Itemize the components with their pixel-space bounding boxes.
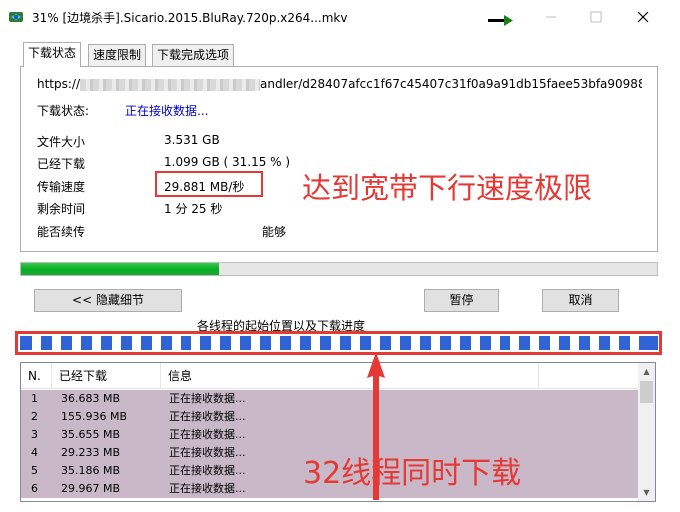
row-downloaded: 36.683 MB (61, 392, 121, 405)
remaining-time-value: 1 分 25 秒 (164, 202, 223, 216)
row-info: 正在接收数据... (169, 446, 246, 459)
row-info: 正在接收数据... (169, 464, 246, 477)
minimize-icon[interactable] (540, 6, 562, 28)
speed-highlight-box (155, 171, 263, 197)
column-header-no[interactable]: N. (21, 363, 52, 389)
row-info: 正在接收数据... (169, 410, 246, 423)
arrow-right-icon (488, 15, 513, 26)
scroll-up-icon[interactable]: ▲ (638, 363, 655, 380)
row-number: 3 (31, 428, 38, 441)
download-url: https:// andler/d28407afcc1f67c45407c31f0… (37, 77, 642, 91)
table-row[interactable]: 2 155.936 MB 正在接收数据... (21, 408, 638, 426)
progress-fill (21, 263, 220, 275)
table-row[interactable]: 1 36.683 MB 正在接收数据... (21, 390, 638, 408)
pause-button[interactable]: 暂停 (424, 289, 499, 312)
column-header-info[interactable]: 信息 (161, 363, 539, 389)
scroll-down-icon[interactable]: ▼ (638, 484, 655, 501)
row-number: 4 (31, 446, 38, 459)
remaining-time-label: 剩余时间 (37, 202, 86, 216)
scroll-thumb[interactable] (640, 381, 653, 403)
segments-highlight-box (15, 331, 662, 355)
file-size-label: 文件大小 (37, 135, 86, 149)
resume-label: 能否续传 (37, 225, 86, 239)
row-info: 正在接收数据... (169, 482, 246, 495)
row-info: 正在接收数据... (169, 428, 246, 441)
tab-download-status[interactable]: 下载状态 (23, 42, 82, 67)
tab-completion-options[interactable]: 下载完成选项 (152, 44, 235, 66)
list-scrollbar[interactable]: ▲ ▼ (638, 363, 655, 501)
row-number: 2 (31, 410, 38, 423)
tab-speed-limit[interactable]: 速度限制 (88, 44, 147, 66)
row-number: 5 (31, 464, 38, 477)
url-prefix: https:// (37, 77, 81, 91)
window-title: 31% [边境杀手].Sicario.2015.BluRay.720p.x264… (32, 11, 348, 25)
hide-details-button[interactable]: << 隐藏细节 (34, 289, 182, 312)
row-downloaded: 35.186 MB (61, 464, 121, 477)
row-number: 1 (31, 392, 38, 405)
row-downloaded: 29.967 MB (61, 482, 121, 495)
row-info: 正在接收数据... (169, 392, 246, 405)
close-icon[interactable] (632, 6, 654, 28)
speed-annotation: 达到宽带下行速度极限 (302, 171, 593, 205)
row-downloaded: 29.233 MB (61, 446, 121, 459)
file-size-value: 3.531 GB (164, 133, 220, 147)
status-label: 下载状态: (37, 104, 90, 118)
status-value: 正在接收数据... (125, 104, 209, 118)
url-redacted (80, 78, 261, 91)
column-header-downloaded[interactable]: 已经下载 (52, 363, 161, 389)
speed-label: 传输速度 (37, 180, 86, 194)
row-downloaded: 35.655 MB (61, 428, 121, 441)
downloaded-label: 已经下载 (37, 157, 86, 171)
row-downloaded: 155.936 MB (61, 410, 128, 423)
resume-value: 能够 (262, 225, 287, 239)
maximize-icon[interactable] (585, 6, 607, 28)
status-panel (20, 66, 658, 252)
row-number: 6 (31, 482, 38, 495)
table-row[interactable]: 3 35.655 MB 正在接收数据... (21, 426, 638, 444)
title-bar: 31% [边境杀手].Sicario.2015.BluRay.720p.x264… (0, 0, 680, 34)
download-manager-icon (9, 12, 23, 22)
downloaded-value: 1.099 GB ( 31.15 % ) (164, 155, 291, 169)
cancel-button[interactable]: 取消 (542, 289, 619, 312)
list-header: N. 已经下载 信息 (21, 363, 641, 389)
threads-annotation: 32线程同时下载 (303, 456, 522, 491)
url-suffix: andler/d28407afcc1f67c45407c31f0a9a91db1… (260, 77, 642, 91)
download-progress-bar (20, 262, 658, 276)
